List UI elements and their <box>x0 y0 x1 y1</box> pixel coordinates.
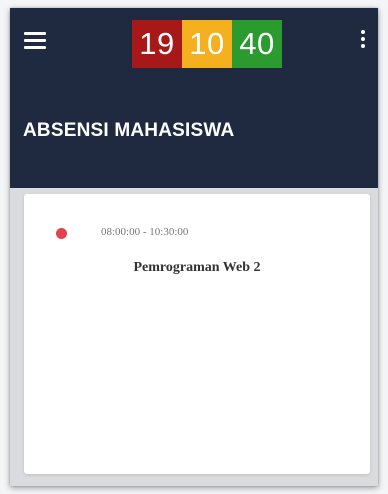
schedule-card[interactable]: 08:00:00 - 10:30:00 Pemrograman Web 2 <box>24 194 370 474</box>
clock-seconds: 40 <box>232 20 282 68</box>
app-bar: 19 10 40 <box>10 8 378 78</box>
schedule-time: 08:00:00 - 10:30:00 <box>101 226 189 238</box>
device-frame: 19 10 40 ABSENSI MAHASISWA 08:00:00 - 10… <box>0 0 388 494</box>
digital-clock: 19 10 40 <box>132 20 282 68</box>
course-name: Pemrograman Web 2 <box>133 260 261 275</box>
page-title: ABSENSI MAHASISWA <box>23 120 235 141</box>
app-screen: 19 10 40 ABSENSI MAHASISWA 08:00:00 - 10… <box>10 8 378 486</box>
status-dot-icon <box>56 228 67 239</box>
more-vertical-icon[interactable] <box>360 28 368 52</box>
clock-minutes: 10 <box>182 20 232 68</box>
hamburger-menu-icon[interactable] <box>24 30 48 50</box>
clock-hours: 19 <box>132 20 182 68</box>
